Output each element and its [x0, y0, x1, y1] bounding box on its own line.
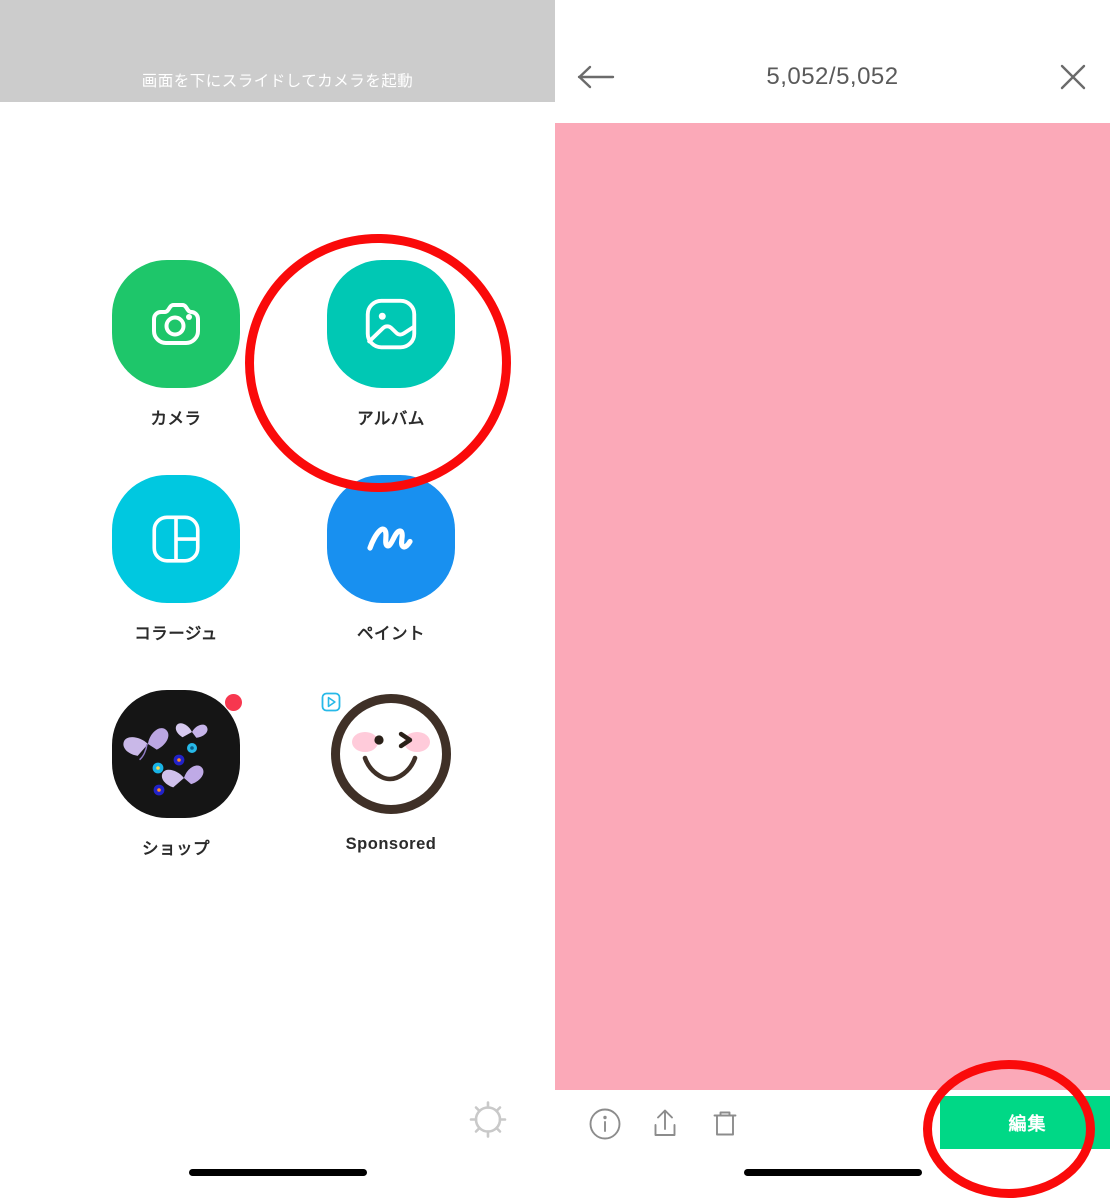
close-x-icon[interactable] — [1018, 62, 1088, 92]
app-tile-shop[interactable]: ショップ — [112, 690, 242, 859]
back-arrow-icon[interactable] — [577, 63, 647, 91]
edit-button-label: 編集 — [1008, 1113, 1047, 1134]
camera-hint-text: 画面を下にスライドしてカメラを起動 — [141, 73, 414, 90]
collage-grid-icon — [112, 475, 240, 603]
camera-icon — [112, 260, 240, 388]
app-tile-sponsored[interactable]: Sponsored — [321, 690, 455, 859]
app-label: ショップ — [142, 840, 210, 858]
info-circle-icon[interactable] — [575, 1107, 635, 1141]
shop-butterfly-sticker-icon — [112, 690, 240, 818]
album-photo-icon — [327, 260, 455, 388]
camera-hint-banner[interactable]: 画面を下にスライドしてカメラを起動 — [0, 0, 555, 102]
dual-screenshot-container: 画面を下にスライドしてカメラを起動 カメラ アルバム コラージュ ペイント ショ… — [0, 0, 1110, 1200]
home-indicator-bar[interactable] — [743, 1169, 922, 1176]
left-phone-screen: 画面を下にスライドしてカメラを起動 カメラ アルバム コラージュ ペイント ショ… — [0, 0, 555, 1200]
paint-brush-stroke-icon — [327, 475, 455, 603]
gear-icon[interactable] — [465, 1097, 511, 1148]
notification-badge-dot — [225, 694, 242, 711]
app-grid: カメラ アルバム コラージュ ペイント ショップ Sponsored — [0, 260, 555, 905]
app-grid-row: ショップ Sponsored — [0, 690, 555, 859]
ad-play-badge-icon — [321, 692, 341, 712]
sponsored-smiley-icon — [327, 690, 455, 818]
app-label: コラージュ — [134, 625, 218, 643]
app-tile-paint[interactable]: ペイント — [327, 475, 455, 644]
trash-can-icon[interactable] — [695, 1107, 755, 1141]
right-phone-screen: 5,052/5,052 編集 — [555, 0, 1110, 1200]
app-label: Sponsored — [345, 835, 437, 853]
app-tile-collage[interactable]: コラージュ — [112, 475, 240, 644]
photo-action-toolbar: 編集 — [555, 1090, 1110, 1158]
home-indicator-bar[interactable] — [188, 1169, 367, 1176]
app-label: ペイント — [357, 625, 425, 643]
edit-button[interactable]: 編集 — [940, 1096, 1110, 1149]
photo-counter-title: 5,052/5,052 — [766, 62, 899, 90]
app-grid-row: カメラ アルバム — [0, 260, 555, 429]
share-upload-icon[interactable] — [635, 1107, 695, 1141]
photo-viewer-header: 5,052/5,052 — [555, 0, 1110, 123]
app-label: カメラ — [150, 410, 202, 428]
photo-preview[interactable] — [555, 123, 1110, 1090]
app-tile-album[interactable]: アルバム — [327, 260, 455, 429]
app-tile-camera[interactable]: カメラ — [112, 260, 240, 429]
app-label: アルバム — [357, 410, 425, 428]
app-grid-row: コラージュ ペイント — [0, 475, 555, 644]
